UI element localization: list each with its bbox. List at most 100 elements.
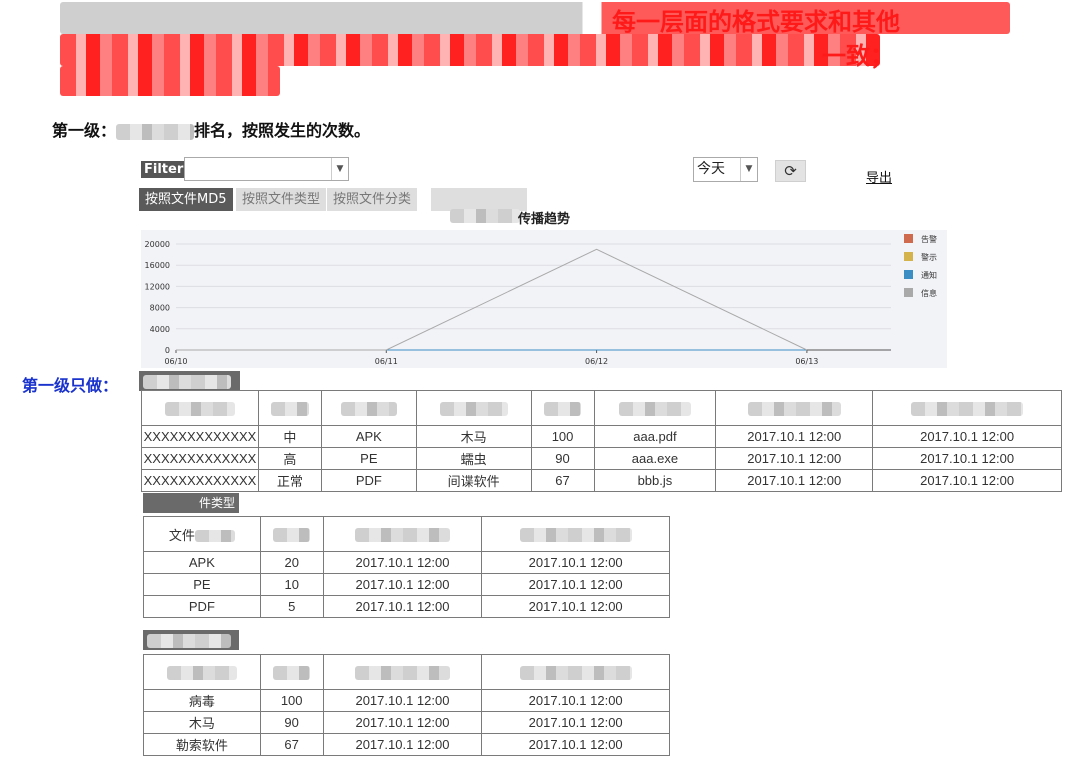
cell: 2017.10.1 12:00: [481, 573, 670, 596]
column-header: [259, 654, 324, 690]
table-row[interactable]: 勒索软件 67 2017.10.1 12:00 2017.10.1 12:00: [143, 733, 670, 756]
table-row[interactable]: PDF 5 2017.10.1 12:00 2017.10.1 12:00: [143, 595, 670, 618]
note-line-1-text: 每一层面的格式要求和其他: [612, 8, 900, 36]
table-row[interactable]: XXXXXXXXXXXXX 正常 PDF 间谍软件 67 bbb.js 2017…: [141, 469, 1062, 492]
table-row[interactable]: XXXXXXXXXXXXX 中 APK 木马 100 aaa.pdf 2017.…: [141, 425, 1062, 448]
column-header: [481, 516, 670, 552]
cell: 2017.10.1 12:00: [715, 425, 874, 448]
filter-select[interactable]: ▼: [184, 157, 349, 181]
redacted-section-title: [147, 633, 231, 648]
cell: bbb.js: [593, 469, 717, 492]
cell: 2017.10.1 12:00: [322, 551, 483, 574]
table-row[interactable]: 木马 90 2017.10.1 12:00 2017.10.1 12:00: [143, 711, 670, 734]
cell: 67: [530, 469, 595, 492]
x-tick-label: 06/12: [585, 357, 608, 366]
cell: 90: [530, 447, 595, 470]
cell: 67: [259, 733, 324, 756]
table-header-row: [141, 390, 1062, 426]
redacted-note-line-3: [60, 66, 280, 96]
y-tick-label: 4000: [150, 325, 170, 334]
cell: 2017.10.1 12:00: [872, 425, 1062, 448]
cell: 2017.10.1 12:00: [872, 447, 1062, 470]
cell: PDF: [320, 469, 417, 492]
cell: 100: [259, 689, 324, 712]
cell: 2017.10.1 12:00: [872, 469, 1062, 492]
cell: PDF: [143, 595, 261, 618]
cell: 100: [530, 425, 595, 448]
column-header: [481, 654, 670, 690]
export-link[interactable]: 导出: [866, 167, 892, 186]
redacted-term: [116, 123, 195, 140]
x-tick-label: 06/11: [375, 357, 398, 366]
tab-file-md5[interactable]: 按照文件MD5: [139, 188, 233, 211]
level1-suffix: 排名，按照发生的次数。: [194, 121, 371, 140]
level1-only-label: 第一级只做：: [22, 376, 119, 395]
column-header: [322, 516, 483, 552]
legend-swatch: [904, 252, 913, 261]
cell: 20: [259, 551, 324, 574]
cell: PE: [320, 447, 417, 470]
cell: XXXXXXXXXXXXX: [141, 447, 259, 470]
chevron-down-icon: ▼: [331, 158, 348, 180]
table-header-row: [143, 654, 670, 690]
legend-label: 警示: [921, 252, 937, 262]
cell: 勒索软件: [143, 733, 261, 756]
column-header: [143, 654, 261, 690]
column-header: 文件: [143, 516, 261, 552]
cell: 2017.10.1 12:00: [715, 447, 874, 470]
table-row[interactable]: PE 10 2017.10.1 12:00 2017.10.1 12:00: [143, 573, 670, 596]
column-header: [872, 390, 1062, 426]
tab-redacted[interactable]: [431, 188, 527, 211]
cell: 2017.10.1 12:00: [322, 711, 483, 734]
redacted-section-title: [143, 374, 231, 389]
level1-prefix: 第一级：: [52, 121, 117, 140]
column-header: [530, 390, 595, 426]
cell: XXXXXXXXXXXXX: [141, 469, 259, 492]
column-header: [320, 390, 417, 426]
table-by-md5: XXXXXXXXXXXXX 中 APK 木马 100 aaa.pdf 2017.…: [141, 390, 1062, 492]
cell: 2017.10.1 12:00: [481, 711, 670, 734]
redacted-note-line-2: [60, 34, 880, 66]
cell: 2017.10.1 12:00: [322, 689, 483, 712]
refresh-icon: ⟳: [784, 162, 797, 180]
column-header: [141, 390, 259, 426]
cell: 2017.10.1 12:00: [715, 469, 874, 492]
chart-title: 传播趋势: [518, 212, 571, 227]
cell: 中: [257, 425, 322, 448]
cell: 木马: [143, 711, 261, 734]
x-tick-label: 06/10: [164, 357, 187, 366]
column-header: [322, 654, 483, 690]
table-row[interactable]: 病毒 100 2017.10.1 12:00 2017.10.1 12:00: [143, 689, 670, 712]
table-row[interactable]: APK 20 2017.10.1 12:00 2017.10.1 12:00: [143, 551, 670, 574]
date-range-select[interactable]: 今天 ▼: [693, 157, 758, 182]
table-by-type: 文件 APK 20 2017.10.1 12:00 2017.10.1 12:0…: [143, 516, 670, 618]
chevron-down-icon: ▼: [740, 158, 757, 181]
tab-file-category[interactable]: 按照文件分类: [327, 188, 418, 211]
tab-file-type[interactable]: 按照文件类型: [236, 188, 327, 211]
refresh-button[interactable]: ⟳: [775, 160, 806, 182]
cell: 蠕虫: [415, 447, 532, 470]
cell: 2017.10.1 12:00: [481, 551, 670, 574]
cell: 2017.10.1 12:00: [322, 573, 483, 596]
cell: 5: [259, 595, 324, 618]
column-header: [257, 390, 322, 426]
legend-label: 信息: [921, 288, 937, 298]
cell: aaa.pdf: [593, 425, 717, 448]
cell: 90: [259, 711, 324, 734]
x-tick-label: 06/13: [795, 357, 818, 366]
redacted-chart-title-prefix: [450, 209, 520, 223]
column-header: [715, 390, 874, 426]
cell: 病毒: [143, 689, 261, 712]
y-tick-label: 16000: [145, 261, 170, 270]
table-row[interactable]: XXXXXXXXXXXXX 高 PE 蠕虫 90 aaa.exe 2017.10…: [141, 447, 1062, 470]
y-tick-label: 12000: [145, 282, 170, 291]
cell: 2017.10.1 12:00: [481, 689, 670, 712]
cell: 2017.10.1 12:00: [481, 733, 670, 756]
cell: 间谍软件: [415, 469, 532, 492]
trend-chart-svg: 0 4000 8000 12000 16000 20000 06/10 06/11 06/12 0…: [145, 234, 937, 366]
cell: APK: [143, 551, 261, 574]
cell: 2017.10.1 12:00: [322, 595, 483, 618]
cell: XXXXXXXXXXXXX: [141, 425, 259, 448]
column-header: [259, 516, 324, 552]
date-range-value: 今天: [697, 161, 725, 177]
